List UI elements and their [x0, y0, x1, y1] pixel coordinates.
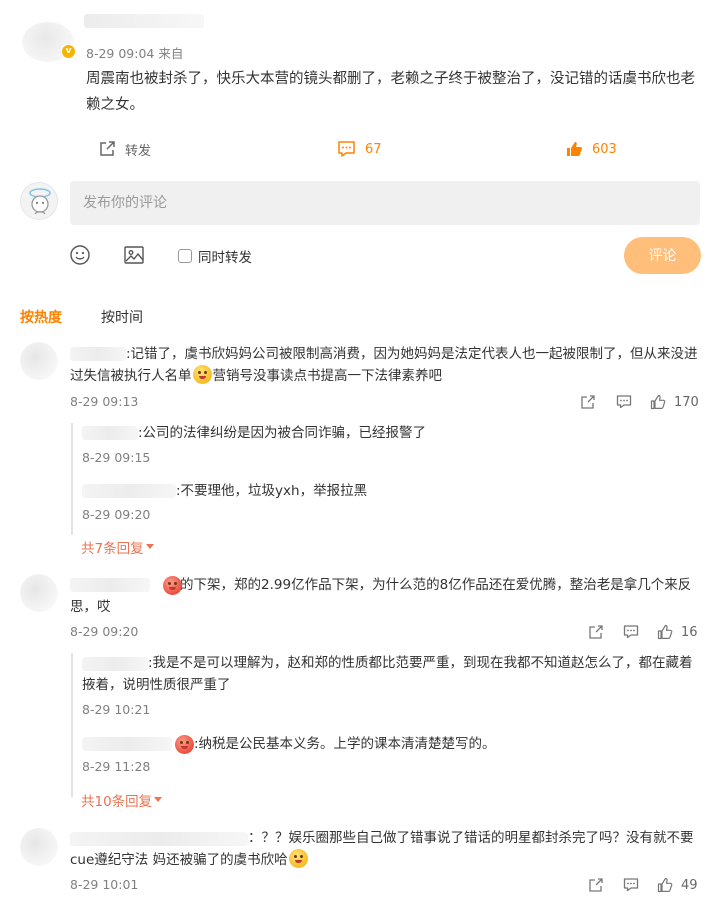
comment-text-part: 营销号没事读点书提高一下法律素养吧 [212, 368, 443, 384]
caret-down-icon [154, 797, 163, 802]
checkbox[interactable] [178, 249, 192, 263]
repost-button[interactable]: 转发 [98, 136, 151, 162]
grin-emoji-icon [288, 849, 308, 868]
repost-icon [100, 141, 115, 156]
image-upload-button[interactable] [123, 244, 145, 266]
comment-actions: 16 [588, 622, 698, 642]
tab-sort-by-hot[interactable]: 按热度 [20, 307, 62, 327]
heart-eyes-emoji-icon [175, 735, 194, 754]
reply-divider [71, 653, 73, 797]
thumbs-up-icon [567, 142, 582, 156]
repost-icon[interactable] [588, 877, 604, 893]
view-more-replies-link[interactable]: 共7条回复 [81, 537, 154, 557]
comment-icon[interactable] [616, 394, 632, 410]
repost-label: 转发 [125, 143, 152, 159]
repost-icon[interactable] [588, 624, 604, 640]
comment-text: ：？？娱乐圈那些自己做了错事说了错话的明星都封杀完了吗？没有就不要cue遵纪守法… [70, 827, 700, 871]
caret-down-icon [145, 544, 154, 549]
like-count: 170 [674, 394, 699, 410]
commenter-avatar[interactable] [20, 574, 58, 612]
like-button[interactable]: 603 [565, 136, 617, 162]
post-text: 周震南也被封杀了，快乐大本营的镜头都删了，老赖之子终于被整治了，没记错的话虞书欣… [86, 71, 695, 113]
like-count: 16 [681, 624, 698, 640]
comment-actions: 49 [588, 875, 698, 895]
comment-time: 8-29 10:01 [70, 877, 139, 892]
reply-text: :公司的法律纠纷是因为被合同诈骗，已经报警了 [138, 425, 427, 441]
post-meta: 8-29 09:04 来自 [86, 46, 184, 61]
my-avatar[interactable] [20, 182, 58, 220]
comment-text: :记错了，虞书欣妈妈公司被限制高消费，因为她妈妈是法定代表人也一起被限制了，但从… [70, 343, 700, 387]
reply-time: 8-29 09:20 [82, 507, 151, 522]
post-author-name[interactable] [84, 14, 204, 28]
comment-actions: 170 [580, 392, 699, 412]
heart-eyes-emoji-icon [163, 576, 182, 595]
thumbs-up-icon[interactable] [650, 394, 666, 410]
comment-button[interactable]: 67 [337, 136, 382, 162]
reply-text-part: :纳税是公民基本义务。上学的课本清清楚楚写的。 [194, 736, 496, 752]
repost-checkbox-label: 同时转发 [198, 250, 252, 266]
default-avatar-icon [29, 188, 51, 215]
repost-checkbox[interactable]: 同时转发 [178, 246, 252, 266]
reply-text: :纳税是公民基本义务。上学的课本清清楚楚写的。 [82, 733, 702, 755]
comment-input[interactable] [70, 181, 700, 225]
like-count: 49 [681, 877, 698, 893]
submit-comment-button[interactable]: 评论 [624, 237, 701, 274]
reply-text: :我是不是可以理解为，赵和郑的性质都比范要严重，到现在我都不知道赵怎么了，都在藏… [82, 655, 693, 693]
thumbs-up-icon[interactable] [657, 877, 673, 893]
shocked-emoji-icon [192, 365, 212, 384]
comment-icon[interactable] [623, 877, 639, 893]
repost-icon[interactable] [580, 394, 596, 410]
reply-time: 8-29 10:21 [82, 702, 151, 717]
more-replies-label: 共10条回复 [81, 794, 153, 810]
reply-time: 8-29 11:28 [82, 759, 151, 774]
comment-text-part: ：？？娱乐圈那些自己做了错事说了错话的明星都封杀完了吗？没有就不要cue遵纪守法… [70, 830, 694, 868]
more-replies-label: 共7条回复 [81, 541, 144, 557]
comment-count: 67 [365, 141, 382, 157]
comment-time: 8-29 09:20 [70, 624, 139, 639]
reply-text: :不要理他，垃圾yxh，举报拉黑 [176, 483, 368, 499]
image-icon [124, 246, 144, 264]
post-action-bar: 转发 67 603 [0, 136, 720, 162]
reply-time: 8-29 09:15 [82, 450, 151, 465]
comment-icon [338, 141, 355, 157]
commenter-avatar[interactable] [20, 342, 58, 380]
like-count: 603 [592, 141, 617, 157]
thumbs-up-icon[interactable] [657, 624, 673, 640]
emoji-button[interactable] [69, 244, 91, 266]
verified-badge-icon: v [61, 44, 76, 59]
tab-sort-by-time[interactable]: 按时间 [101, 307, 143, 327]
commenter-avatar[interactable] [20, 828, 58, 866]
smiley-icon [70, 245, 90, 265]
reply-divider [71, 423, 73, 535]
comment-icon[interactable] [623, 624, 639, 640]
comment-time: 8-29 09:13 [70, 394, 139, 409]
view-more-replies-link[interactable]: 共10条回复 [81, 790, 163, 810]
comment-text: :赵的下架，郑的2.99亿作品下架，为什么范的8亿作品还在爱优腾，整治老是拿几个… [70, 574, 700, 618]
